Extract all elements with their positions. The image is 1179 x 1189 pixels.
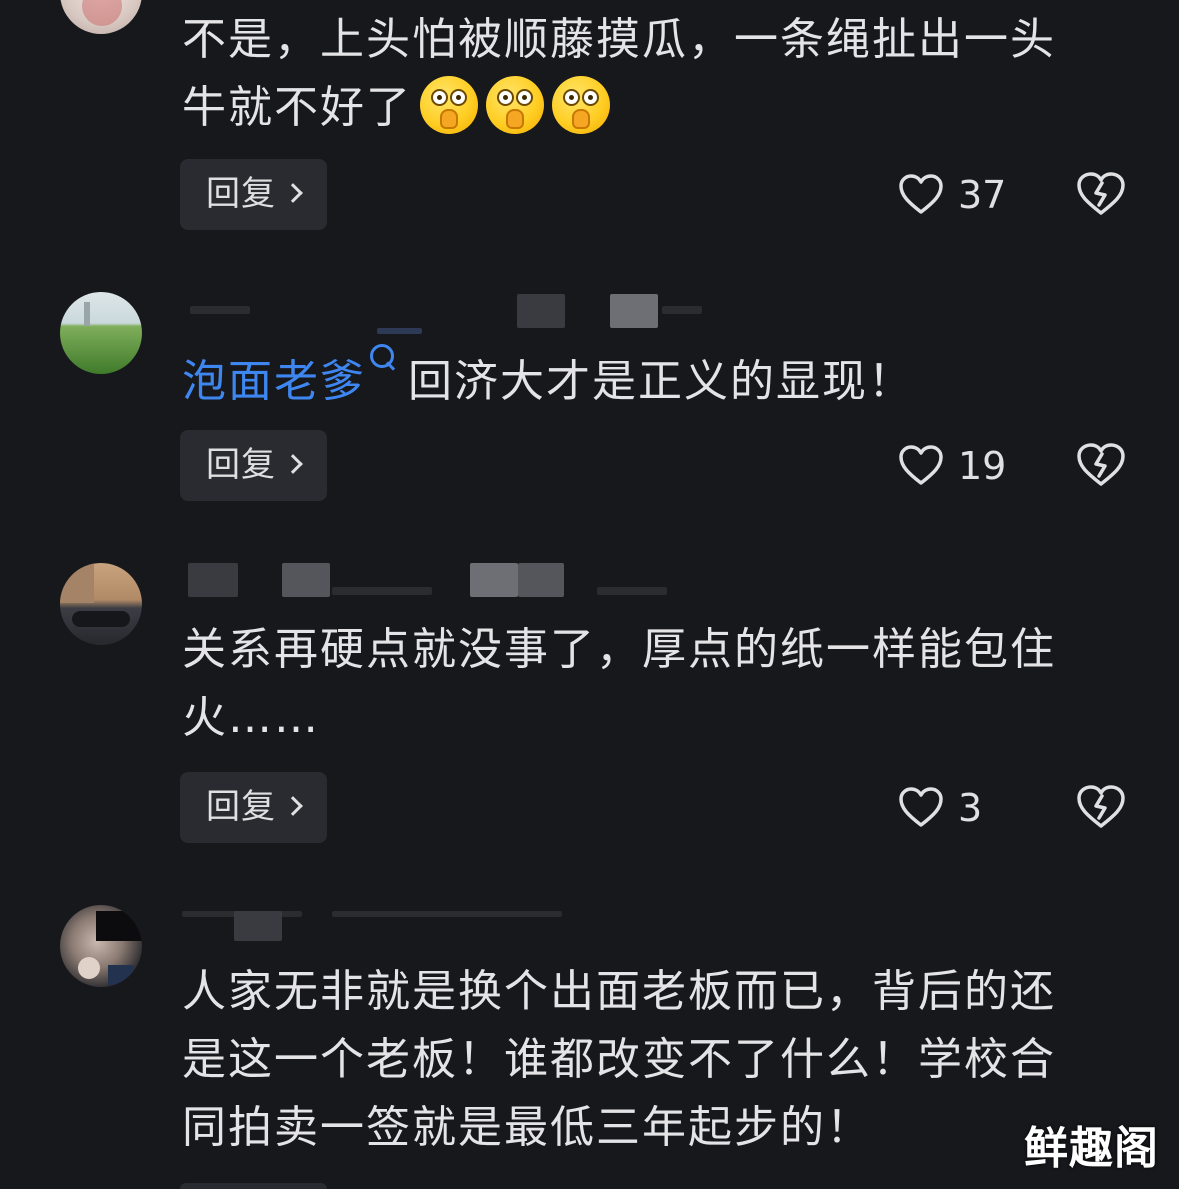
like-count: 37 bbox=[958, 173, 1007, 217]
watermark: 鲜趣阁 bbox=[1024, 1123, 1159, 1174]
hand-over-mouth-emoji bbox=[420, 76, 478, 134]
reply-label: 回复 bbox=[206, 787, 276, 827]
dislike-button[interactable] bbox=[1076, 442, 1126, 488]
comment-text: 人家无非就是换个出面老板而已，背后的还 是这一个老板！谁都改变不了什么！学校合 … bbox=[182, 966, 1056, 1153]
reply-label: 回复 bbox=[206, 445, 276, 485]
reply-button-partial[interactable] bbox=[180, 1183, 327, 1189]
chevron-right-icon bbox=[283, 796, 303, 816]
heart-outline-icon bbox=[899, 174, 943, 214]
mention-link[interactable]: 泡面老爹 bbox=[182, 356, 366, 407]
broken-heart-icon bbox=[1077, 785, 1125, 828]
broken-heart-icon bbox=[1077, 443, 1125, 486]
comment-text: 关系再硬点就没事了，厚点的纸一样能包住 火…… bbox=[182, 624, 1056, 743]
like-count: 19 bbox=[958, 444, 1007, 488]
username-redacted bbox=[182, 563, 702, 599]
reply-button[interactable]: 回复 bbox=[180, 159, 327, 230]
avatar[interactable] bbox=[60, 563, 142, 645]
comment-text: 不是，上头怕被顺藤摸瓜，一条绳扯出一头 牛就不好了 bbox=[182, 14, 1056, 134]
reply-button[interactable]: 回复 bbox=[180, 772, 327, 843]
reply-label: 回复 bbox=[206, 174, 276, 214]
hand-over-mouth-emoji bbox=[486, 76, 544, 134]
heart-outline-icon bbox=[899, 445, 943, 485]
chevron-right-icon bbox=[283, 454, 303, 474]
heart-outline-icon bbox=[899, 787, 943, 827]
username-redacted bbox=[182, 292, 702, 334]
chevron-right-icon bbox=[283, 183, 303, 203]
search-icon[interactable] bbox=[370, 344, 394, 368]
comment-text: 泡面老爹 回济大才是正义的显现！ bbox=[182, 344, 1122, 416]
avatar[interactable] bbox=[60, 0, 142, 34]
avatar[interactable] bbox=[60, 292, 142, 374]
hand-over-mouth-emoji bbox=[552, 76, 610, 134]
dislike-button[interactable] bbox=[1076, 784, 1126, 830]
avatar[interactable] bbox=[60, 905, 142, 987]
broken-heart-icon bbox=[1077, 172, 1125, 215]
like-count: 3 bbox=[958, 786, 983, 830]
reply-button[interactable]: 回复 bbox=[180, 430, 327, 501]
username-redacted bbox=[182, 905, 702, 941]
dislike-button[interactable] bbox=[1076, 171, 1126, 217]
